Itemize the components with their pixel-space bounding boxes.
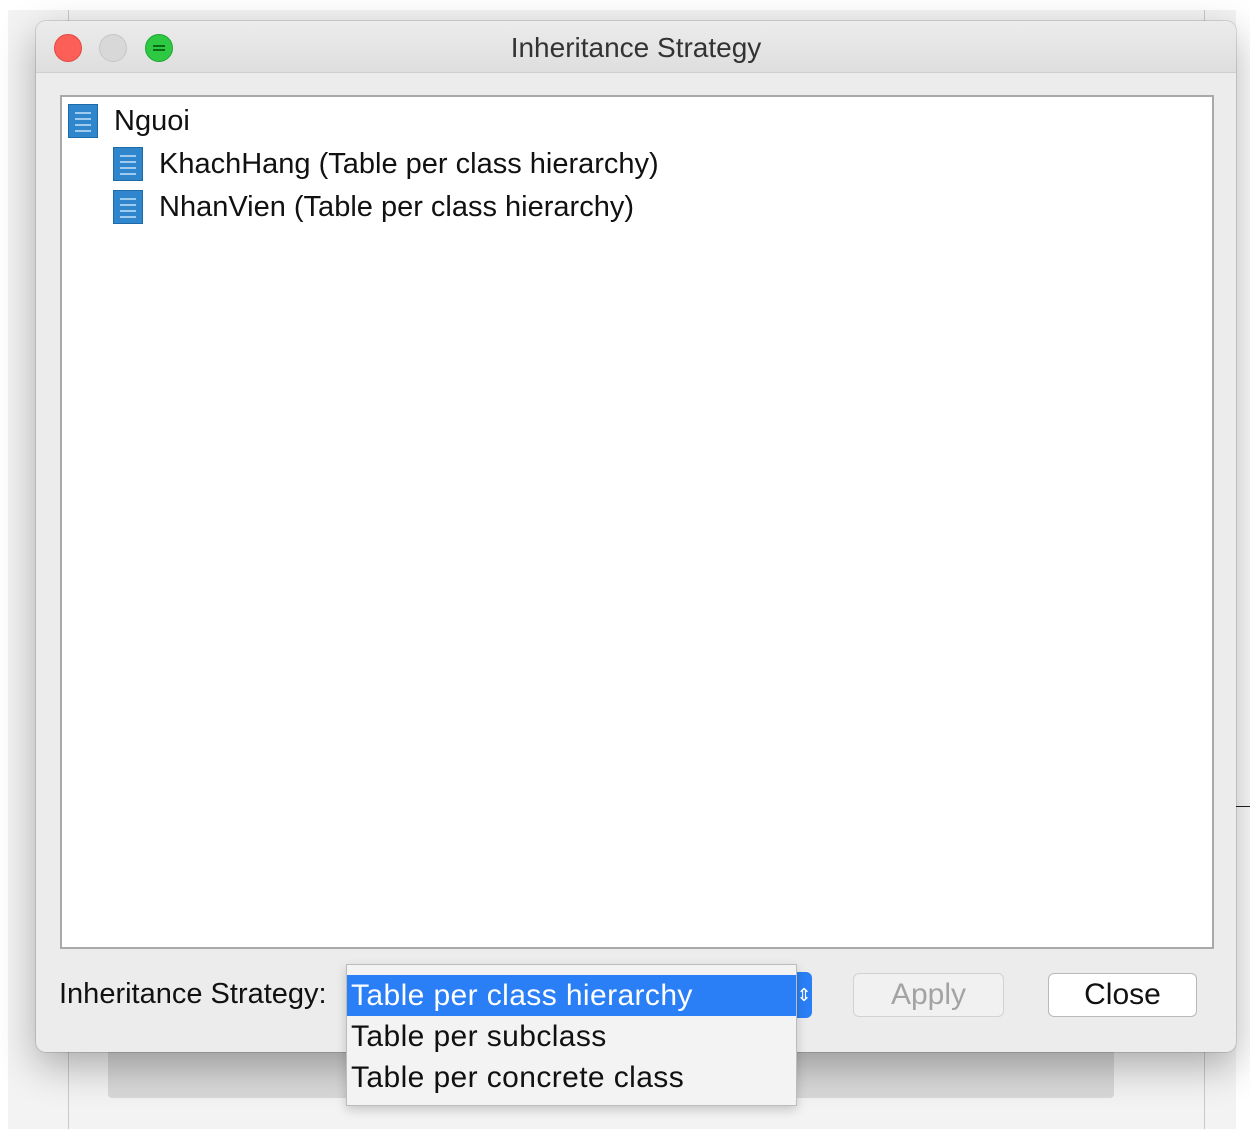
window-title: Inheritance Strategy <box>510 32 762 63</box>
tree-node-label: KhachHang (Table per class hierarchy) <box>159 147 659 180</box>
apply-button[interactable]: Apply <box>853 973 1004 1017</box>
tree-node-label: NhanVien (Table per class hierarchy) <box>159 190 634 223</box>
entity-tree[interactable]: Nguoi KhachHang (Table per class hierarc… <box>60 95 1214 949</box>
dropdown-option-selected[interactable]: Table per class hierarchy <box>347 975 796 1016</box>
entity-icon <box>113 147 143 181</box>
entity-icon <box>113 190 143 224</box>
tree-node-label: Nguoi <box>114 104 190 137</box>
title-bar[interactable]: Inheritance Strategy <box>36 21 1236 73</box>
tree-node-child[interactable]: KhachHang (Table per class hierarchy) <box>113 144 659 184</box>
select-chevron-icon[interactable]: ⇕ <box>796 972 812 1018</box>
inheritance-strategy-dialog: Inheritance Strategy Nguoi KhachHang (Ta… <box>36 21 1236 1052</box>
dropdown-option[interactable]: Table per concrete class <box>347 1057 796 1098</box>
tree-node-root[interactable]: Nguoi <box>68 101 190 141</box>
background-tick <box>1236 806 1250 807</box>
dropdown-option[interactable]: Table per subclass <box>347 1016 796 1057</box>
tree-node-child[interactable]: NhanVien (Table per class hierarchy) <box>113 187 634 227</box>
close-button[interactable]: Close <box>1048 973 1197 1017</box>
strategy-dropdown[interactable]: Table per class hierarchy Table per subc… <box>346 964 797 1106</box>
entity-icon <box>68 104 98 138</box>
strategy-label: Inheritance Strategy: <box>59 978 327 1010</box>
